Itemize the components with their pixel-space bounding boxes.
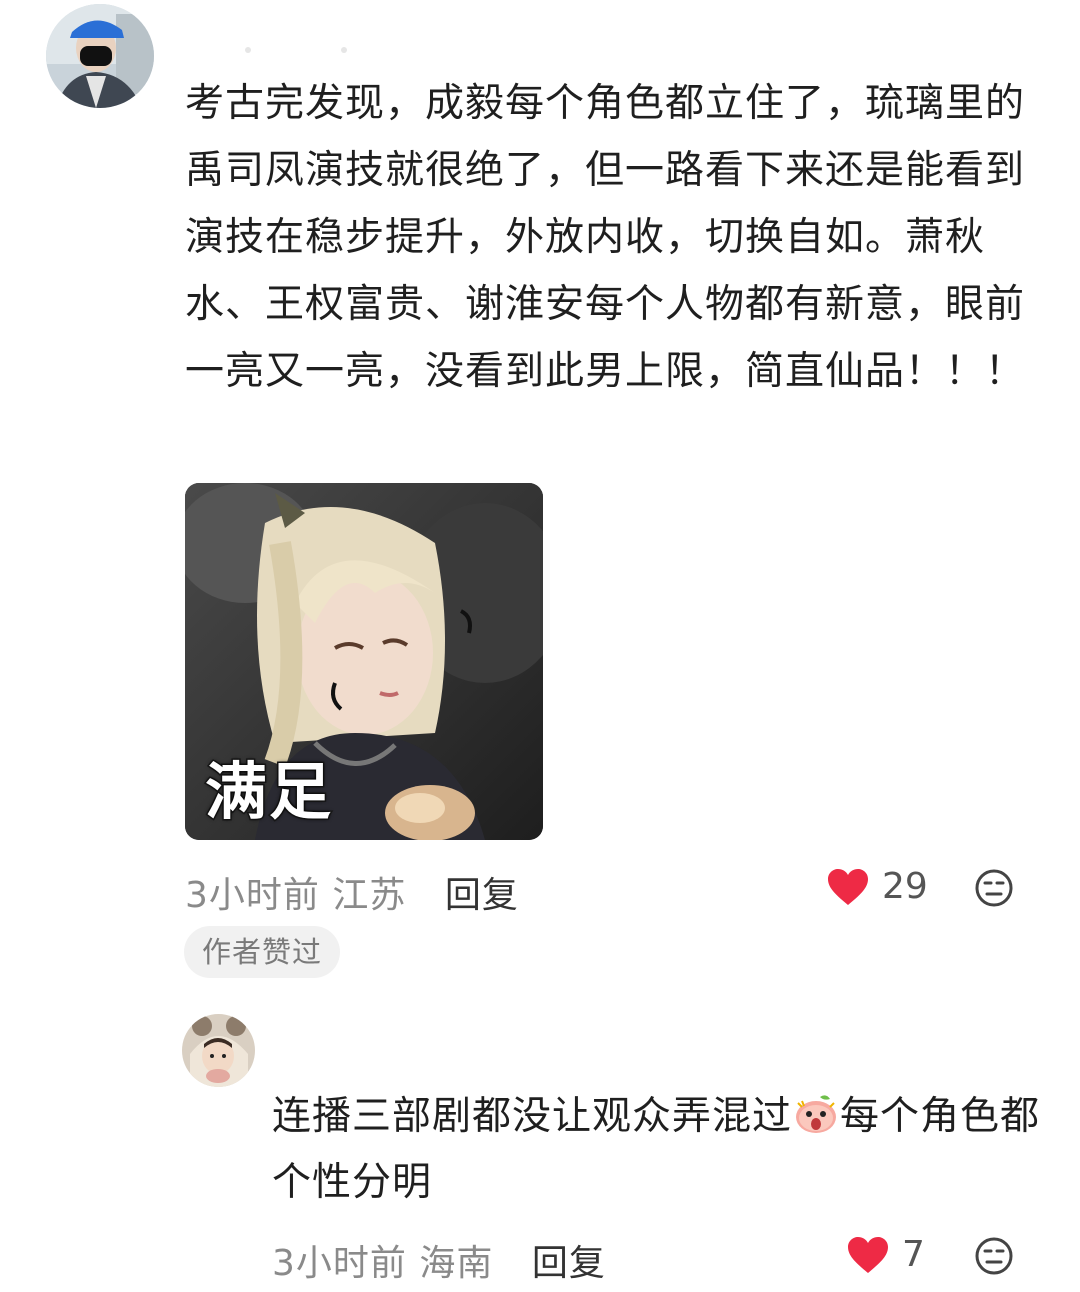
dislike-face-icon (975, 869, 1013, 907)
comment-thread: 考古完发现，成毅每个角色都立住了，琉璃里的禹司凤演技就很绝了，但一路看下来还是能… (0, 0, 1080, 1292)
username-placeholder (245, 38, 455, 53)
reply-reply-button[interactable]: 回复 (532, 1243, 606, 1284)
comment-meta: 3小时前 江苏 回复 (185, 866, 519, 918)
comment-text: 考古完发现，成毅每个角色都立住了，琉璃里的禹司凤演技就很绝了，但一路看下来还是能… (185, 81, 1026, 394)
comment-image[interactable]: 满足 (185, 483, 543, 840)
reply-meta: 3小时前 海南 回复 (272, 1234, 606, 1286)
dislike-face-icon (975, 1237, 1013, 1275)
author-liked-badge: 作者赞过 (184, 926, 341, 978)
comment-location: 江苏 (332, 875, 407, 916)
shocked-face-emoji (796, 1095, 837, 1133)
reply-like-button[interactable]: 7 (846, 1234, 925, 1275)
reply-dislike-button[interactable] (974, 1236, 1014, 1276)
like-count: 29 (882, 866, 928, 907)
reply-text: 连播三部剧都没让观众弄混过 每个角色都个性分明 (272, 1084, 1042, 1216)
sticker-caption: 满足 (203, 754, 334, 830)
reply-text-part-1: 连播三部剧都没让观众弄混过 (272, 1094, 793, 1139)
reply-time: 3小时前 (272, 1243, 407, 1284)
reply-like-count: 7 (902, 1234, 925, 1275)
like-button[interactable]: 29 (826, 866, 928, 907)
avatar[interactable] (46, 4, 154, 108)
heart-icon (828, 868, 868, 905)
heart-icon (848, 1236, 888, 1273)
reply-avatar[interactable] (182, 1014, 255, 1087)
dislike-button[interactable] (974, 868, 1014, 908)
reply-button[interactable]: 回复 (445, 875, 519, 916)
comment-time: 3小时前 (185, 875, 320, 916)
reply-location: 海南 (419, 1243, 494, 1284)
